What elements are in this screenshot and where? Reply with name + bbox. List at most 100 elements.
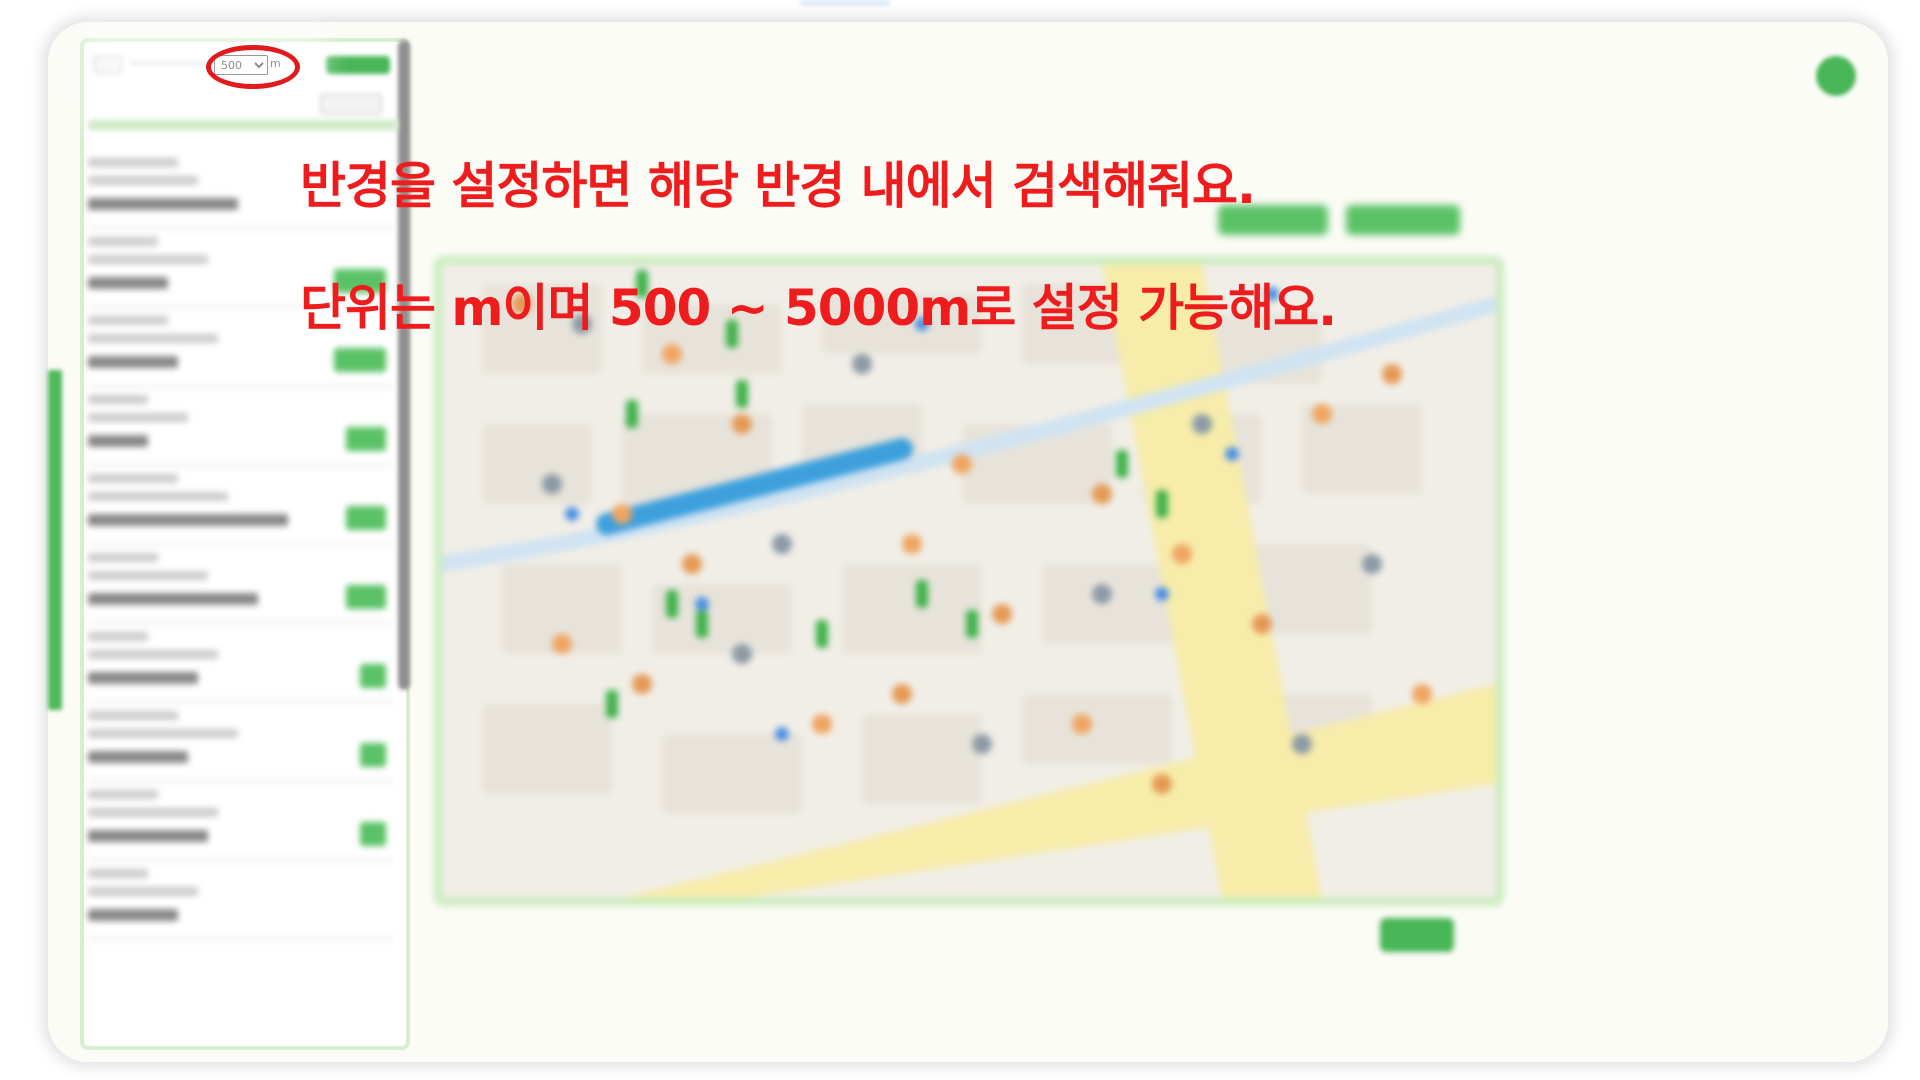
map-marker bbox=[682, 554, 702, 574]
list-item-t3 bbox=[88, 909, 178, 921]
map-green-marker bbox=[816, 620, 828, 648]
list-item[interactable] bbox=[88, 861, 394, 940]
list-item-t2 bbox=[88, 650, 218, 659]
list-item-badge bbox=[346, 506, 386, 530]
list-item[interactable] bbox=[88, 387, 394, 466]
search-button[interactable] bbox=[326, 56, 390, 74]
map-marker bbox=[992, 604, 1012, 624]
map-marker bbox=[1092, 484, 1112, 504]
map-marker bbox=[902, 534, 922, 554]
avatar[interactable] bbox=[1816, 56, 1856, 96]
filter-button[interactable] bbox=[320, 94, 382, 114]
list-mode-button[interactable] bbox=[1346, 205, 1460, 235]
map-poi-icon bbox=[1155, 587, 1169, 601]
list-item-badge bbox=[360, 822, 386, 846]
map-green-marker bbox=[1116, 450, 1128, 478]
map-marker bbox=[852, 354, 872, 374]
list-item-badge bbox=[346, 427, 386, 451]
list-item-t2 bbox=[88, 808, 218, 817]
list-item-t3 bbox=[88, 198, 238, 210]
map-block bbox=[1042, 564, 1182, 644]
list-item-t1 bbox=[88, 553, 158, 562]
annotation-line-1: 반경을 설정하면 해당 반경 내에서 검색해줘요. bbox=[300, 157, 1256, 215]
map-green-marker bbox=[916, 580, 928, 608]
list-item-t2 bbox=[88, 571, 208, 580]
map-marker bbox=[662, 344, 682, 364]
list-item-t1 bbox=[88, 790, 158, 799]
map-marker bbox=[1072, 714, 1092, 734]
map-block bbox=[842, 564, 982, 654]
map-marker bbox=[732, 414, 752, 434]
list-item-badge bbox=[360, 664, 386, 688]
sidebar-scrollbar[interactable] bbox=[398, 40, 410, 690]
map-block bbox=[482, 424, 592, 504]
map-green-marker bbox=[696, 610, 708, 638]
list-item-t1 bbox=[88, 632, 148, 641]
map-marker bbox=[952, 454, 972, 474]
list-separator bbox=[88, 938, 394, 940]
list-item[interactable] bbox=[88, 624, 394, 703]
list-item-t3 bbox=[88, 593, 258, 605]
list-item-badge bbox=[334, 348, 386, 372]
list-item-t1 bbox=[88, 395, 148, 404]
list-item-t3 bbox=[88, 830, 208, 842]
list-item-t2 bbox=[88, 334, 218, 343]
list-item[interactable] bbox=[88, 466, 394, 545]
list-item-badge bbox=[346, 585, 386, 609]
map-block bbox=[862, 714, 982, 804]
map-marker bbox=[1312, 404, 1332, 424]
map-marker bbox=[1192, 414, 1212, 434]
map-marker bbox=[892, 684, 912, 704]
map-marker bbox=[632, 674, 652, 694]
top-indicator bbox=[800, 0, 890, 6]
map-green-marker bbox=[666, 590, 678, 618]
list-item-badge bbox=[360, 743, 386, 767]
list-item-t1 bbox=[88, 316, 168, 325]
map-marker bbox=[1362, 554, 1382, 574]
map-marker bbox=[552, 634, 572, 654]
list-item-t3 bbox=[88, 277, 168, 289]
list-item-t1 bbox=[88, 474, 178, 483]
list-item-t1 bbox=[88, 711, 178, 720]
map-marker bbox=[732, 644, 752, 664]
list-item-t2 bbox=[88, 492, 228, 501]
list-item[interactable] bbox=[88, 703, 394, 782]
list-item-t1 bbox=[88, 237, 158, 246]
list-item-t3 bbox=[88, 751, 188, 763]
list-item-t1 bbox=[88, 869, 148, 878]
map-marker bbox=[1152, 774, 1172, 794]
list-item-t2 bbox=[88, 887, 198, 896]
map-marker bbox=[612, 504, 632, 524]
map-marker bbox=[972, 734, 992, 754]
annotation-line-2: 단위는 m이며 500 ~ 5000m로 설정 가능해요. bbox=[300, 279, 1337, 337]
map-canvas[interactable] bbox=[442, 264, 1496, 898]
list-item-t2 bbox=[88, 255, 208, 264]
annotation-circle bbox=[206, 45, 300, 89]
sidebar-handle[interactable] bbox=[48, 370, 62, 710]
map-marker bbox=[1412, 684, 1432, 704]
map-green-marker bbox=[736, 380, 748, 408]
list-item[interactable] bbox=[88, 782, 394, 861]
list-item-t3 bbox=[88, 672, 198, 684]
map-view[interactable] bbox=[434, 256, 1504, 906]
map-green-marker bbox=[626, 400, 638, 428]
map-marker bbox=[1252, 614, 1272, 634]
map-block bbox=[482, 704, 612, 794]
map-poi-icon bbox=[695, 597, 709, 611]
map-action-button[interactable] bbox=[1380, 918, 1454, 952]
list-item-t2 bbox=[88, 729, 238, 738]
list-item-t3 bbox=[88, 356, 178, 368]
map-block bbox=[662, 734, 802, 814]
sidebar-divider bbox=[88, 120, 398, 130]
map-poi-icon bbox=[775, 727, 789, 741]
map-marker bbox=[1172, 544, 1192, 564]
list-item-t2 bbox=[88, 176, 198, 185]
list-item-t3 bbox=[88, 514, 288, 526]
map-marker bbox=[1292, 734, 1312, 754]
list-item[interactable] bbox=[88, 545, 394, 624]
map-green-marker bbox=[606, 690, 618, 718]
map-marker bbox=[812, 714, 832, 734]
map-green-marker bbox=[1156, 490, 1168, 518]
map-green-marker bbox=[966, 610, 978, 638]
map-marker bbox=[772, 534, 792, 554]
